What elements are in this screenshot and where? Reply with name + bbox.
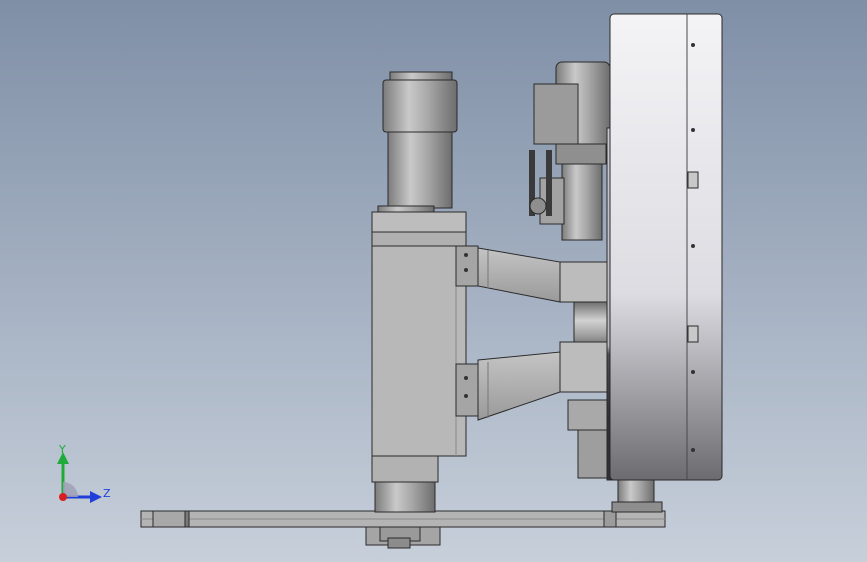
lower-arm (455, 351, 561, 421)
base-rail (140, 510, 666, 528)
gear-motor (529, 61, 611, 241)
slide-block (559, 261, 611, 479)
x-axis-dot (59, 493, 67, 501)
enclosure-panel (609, 13, 723, 481)
z-axis-label: Z (103, 487, 111, 500)
bottom-mount (365, 526, 441, 549)
cad-viewport[interactable]: Y Z (0, 0, 867, 562)
vertical-column (371, 211, 467, 513)
enclosure-foot (611, 479, 663, 513)
top-motor (377, 71, 458, 227)
axis-triad: Y Z (57, 443, 111, 503)
machine-side-view: Y Z (57, 13, 723, 549)
y-axis-label: Y (58, 443, 66, 456)
upper-arm (455, 245, 561, 303)
z-axis-arrowhead (90, 491, 102, 503)
